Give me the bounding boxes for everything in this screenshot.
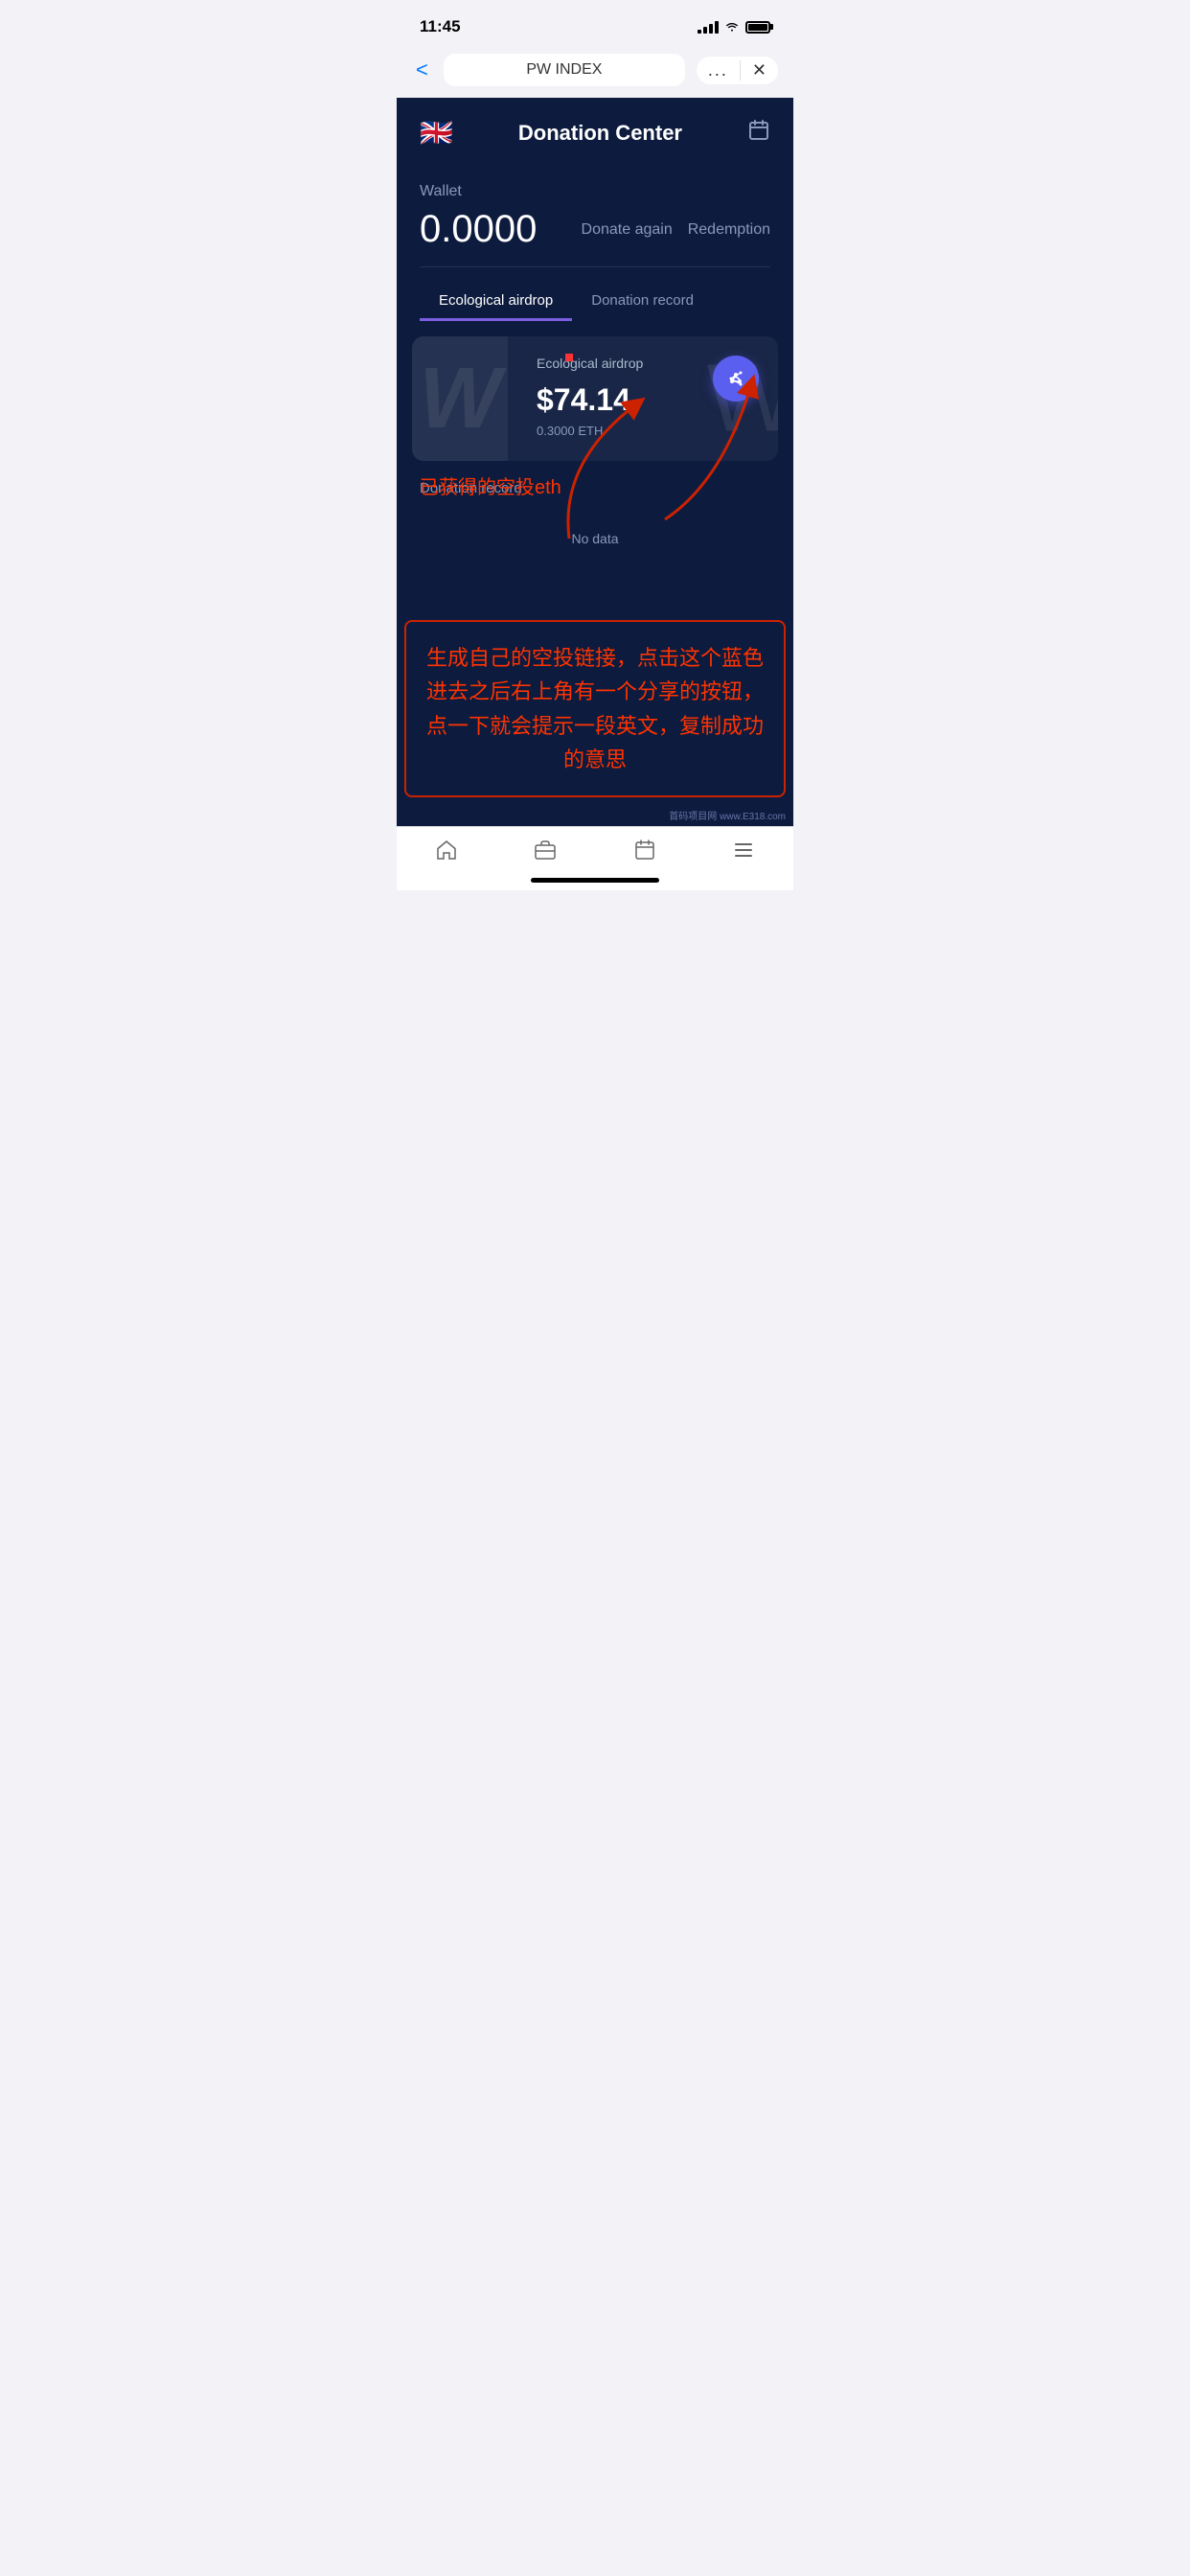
app-container: 🇬🇧 Donation Center Wallet 0.0000 Donate … bbox=[397, 98, 793, 826]
status-icons bbox=[698, 19, 770, 34]
chinese-annotation-text: 生成自己的空投链接，点击这个蓝色 进去之后右上角有一个分享的按钮，点一下就会提示… bbox=[422, 641, 768, 776]
tab-ecological-airdrop[interactable]: Ecological airdrop bbox=[420, 283, 572, 321]
website-label: 首码项目网 www.E318.com bbox=[669, 808, 786, 822]
tab-calendar[interactable] bbox=[595, 839, 695, 867]
calendar-icon[interactable] bbox=[747, 119, 770, 148]
tab-home[interactable] bbox=[397, 839, 496, 867]
brand-logo: W bbox=[420, 356, 501, 442]
tab-donation-record[interactable]: Donation record bbox=[572, 283, 713, 321]
wallet-label: Wallet bbox=[420, 183, 770, 200]
no-data-text: No data bbox=[420, 512, 770, 565]
chinese-annotation-box: 生成自己的空投链接，点击这个蓝色 进去之后右上角有一个分享的按钮，点一下就会提示… bbox=[404, 620, 786, 797]
wallet-actions: Donate again Redemption bbox=[582, 221, 770, 239]
donation-record-label: Donation record bbox=[420, 480, 770, 496]
status-bar: 11:45 bbox=[397, 0, 793, 46]
home-icon bbox=[435, 839, 458, 867]
status-time: 11:45 bbox=[420, 17, 461, 36]
browser-title: PW INDEX bbox=[444, 54, 685, 86]
battery-icon bbox=[745, 21, 770, 34]
redemption-button[interactable]: Redemption bbox=[688, 221, 770, 239]
card-eth-amount: 0.3000 ETH bbox=[537, 424, 759, 438]
nav-more-button[interactable]: ... bbox=[708, 60, 741, 80]
airdrop-card: W W Ecological airdrop $74.14 0.3000 ETH bbox=[412, 336, 778, 461]
home-indicator bbox=[531, 878, 659, 883]
app-header: 🇬🇧 Donation Center bbox=[397, 98, 793, 164]
nav-actions: ... ✕ bbox=[697, 57, 778, 84]
tabs-row: Ecological airdrop Donation record bbox=[397, 283, 793, 321]
tab-menu[interactable] bbox=[695, 839, 794, 867]
wifi-icon bbox=[724, 19, 740, 34]
tab-briefcase[interactable] bbox=[496, 839, 596, 867]
wallet-amount: 0.0000 bbox=[420, 208, 537, 251]
nav-close-button[interactable]: ✕ bbox=[741, 60, 767, 80]
language-flag[interactable]: 🇬🇧 bbox=[420, 117, 453, 149]
wallet-row: 0.0000 Donate again Redemption bbox=[420, 208, 770, 251]
page-title: Donation Center bbox=[518, 121, 682, 146]
calendar-tab-icon bbox=[633, 839, 656, 867]
donate-again-button[interactable]: Donate again bbox=[582, 221, 673, 239]
donation-section: Donation record No data bbox=[397, 461, 793, 565]
notification-dot bbox=[565, 354, 573, 361]
card-section: W W Ecological airdrop $74.14 0.3000 ETH bbox=[397, 336, 793, 461]
nav-back-button[interactable]: < bbox=[412, 54, 432, 86]
divider bbox=[420, 266, 770, 267]
bottom-tab-bar bbox=[397, 826, 793, 890]
menu-icon bbox=[732, 839, 755, 867]
card-left-panel: W bbox=[412, 336, 508, 461]
briefcase-icon bbox=[534, 839, 557, 867]
wallet-section: Wallet 0.0000 Donate again Redemption bbox=[397, 164, 793, 266]
share-network-button[interactable] bbox=[713, 356, 759, 402]
signal-icon bbox=[698, 21, 719, 34]
browser-nav: < PW INDEX ... ✕ bbox=[397, 46, 793, 98]
